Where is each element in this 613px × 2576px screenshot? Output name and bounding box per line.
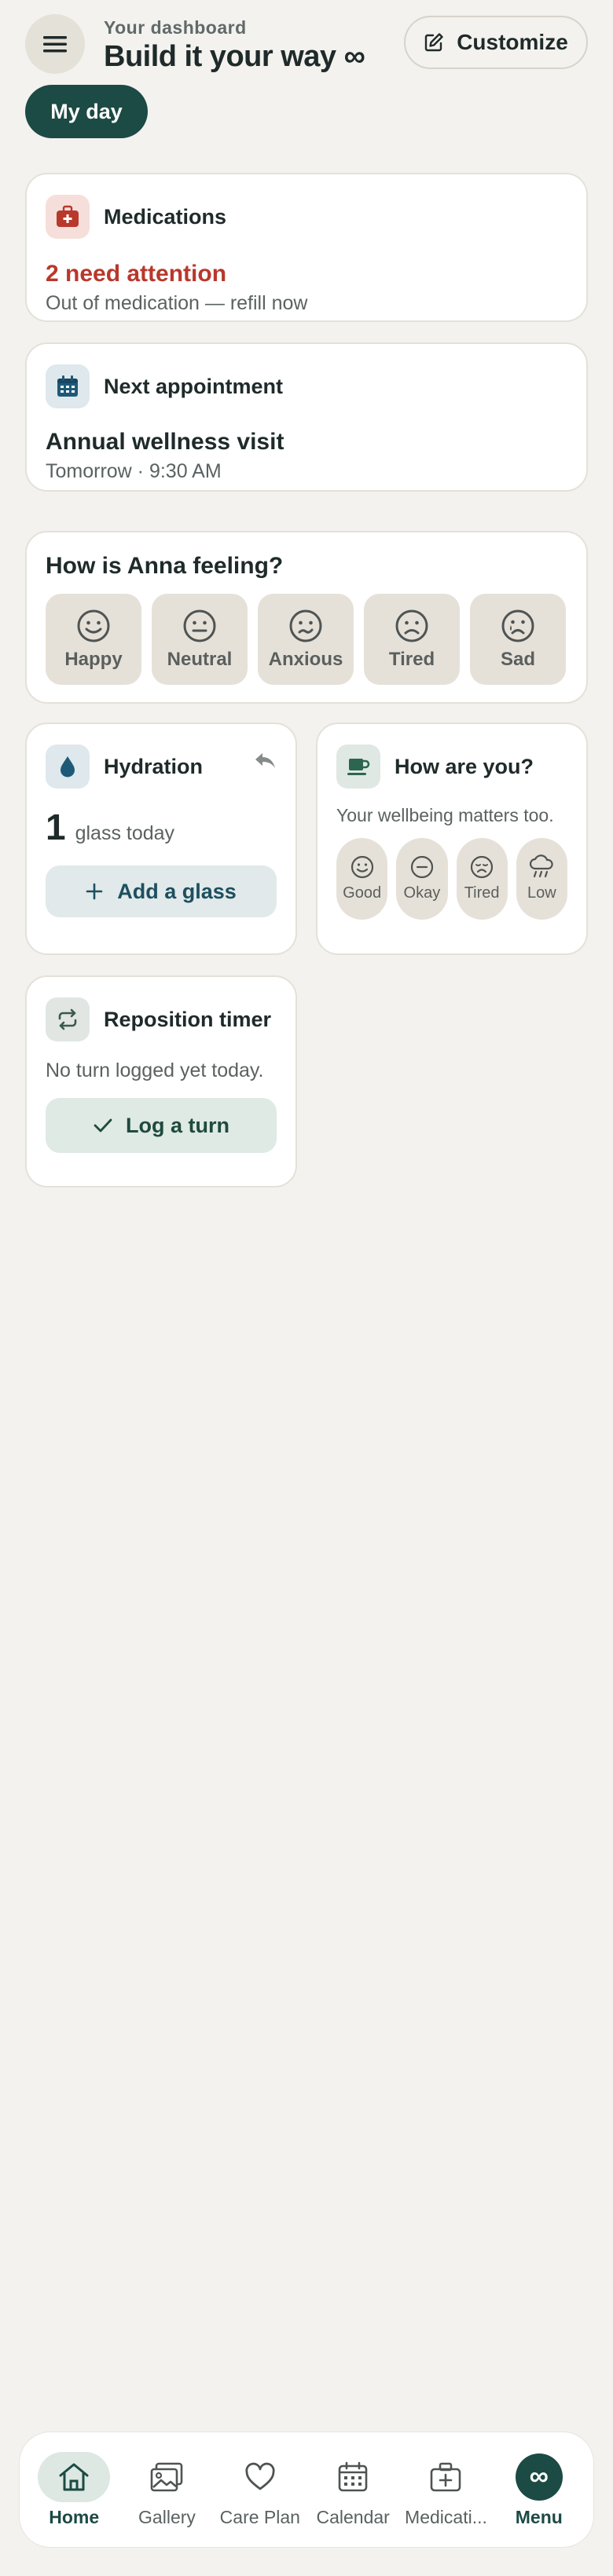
rain-cloud-icon: [530, 854, 554, 878]
medical-kit-badge: [46, 195, 90, 239]
appointment-time: Tomorrow · 9:30 AM: [46, 460, 222, 482]
feeling-option-happy[interactable]: Happy: [46, 594, 141, 685]
log-turn-button[interactable]: Log a turn: [46, 1098, 277, 1153]
hydration-unit: glass today: [75, 822, 175, 844]
infinity-icon: ∞: [515, 2453, 563, 2501]
wellbeing-label: Okay: [403, 884, 441, 902]
heart-icon: [245, 2462, 275, 2490]
minus-circle-icon: [410, 856, 433, 879]
wellbeing-option-low[interactable]: Low: [516, 837, 567, 920]
feeling-title: How is Anna feeling?: [46, 553, 284, 579]
nav-item-calendar[interactable]: Calendar: [309, 2452, 397, 2528]
header-kicker: Your dashboard: [104, 17, 247, 38]
nav-label: Home: [49, 2506, 100, 2527]
feeling-label: Tired: [388, 649, 435, 670]
happy-face-icon: [77, 609, 110, 642]
edit-icon: [425, 33, 443, 52]
nav-label: Care Plan: [219, 2506, 300, 2527]
water-drop-icon: [61, 756, 75, 778]
nav-label: Gallery: [138, 2506, 196, 2527]
feeling-option-neutral[interactable]: Neutral: [152, 594, 248, 685]
tired-face-icon: [395, 609, 428, 642]
medications-alert: 2 need attention: [46, 261, 227, 287]
reposition-subtitle: No turn logged yet today.: [46, 1059, 264, 1081]
anxious-face-icon: [289, 609, 322, 642]
coffee-cup-icon: [347, 759, 370, 775]
nav-item-gallery[interactable]: Gallery: [123, 2452, 211, 2528]
calendar-icon: [57, 375, 78, 397]
wellbeing-option-good[interactable]: Good: [336, 837, 388, 920]
neutral-face-icon: [183, 609, 216, 642]
header: Your dashboard Build it your way ∞ Custo…: [25, 14, 588, 74]
wellbeing-options: Good Okay Tired Low: [336, 837, 567, 920]
check-icon: [94, 1118, 112, 1132]
medical-kit-icon: [57, 205, 79, 227]
feeling-label: Neutral: [167, 649, 233, 670]
medical-kit-icon: [431, 2462, 461, 2491]
repeat-icon: [58, 1008, 77, 1030]
home-icon: [59, 2463, 89, 2490]
menu-button[interactable]: [25, 14, 85, 74]
nav-item-menu[interactable]: ∞ Menu: [495, 2452, 583, 2528]
wellbeing-label: Tired: [464, 884, 500, 902]
page-title: Build it your way ∞: [104, 40, 365, 73]
feeling-option-sad[interactable]: Sad: [470, 594, 566, 685]
hydration-title: Hydration: [104, 754, 204, 778]
gallery-icon: [151, 2462, 183, 2491]
medications-subtitle: Out of medication — refill now: [46, 292, 308, 314]
smile-icon: [351, 856, 373, 879]
calendar-badge: [46, 364, 90, 408]
appointment-card[interactable]: Next appointment Annual wellness visit T…: [25, 342, 588, 492]
nav-label: Medicati...: [405, 2506, 487, 2527]
reposition-title: Reposition timer: [104, 1007, 272, 1031]
wellbeing-option-okay[interactable]: Okay: [396, 837, 448, 920]
undo-icon[interactable]: [253, 751, 277, 770]
reposition-card: Reposition timer No turn logged yet toda…: [25, 975, 297, 1187]
customize-button[interactable]: Customize: [404, 16, 588, 69]
medications-card[interactable]: Medications 2 need attention Out of medi…: [25, 173, 588, 322]
sad-face-icon: [501, 609, 534, 642]
feeling-label: Sad: [500, 649, 535, 670]
feeling-options: Happy Neutral Anxious Tired Sad: [46, 594, 567, 685]
tired-face-icon: [471, 856, 494, 879]
feeling-option-tired[interactable]: Tired: [364, 594, 460, 685]
bottom-nav: Home Gallery Care Plan Calendar Medicati…: [19, 2431, 594, 2548]
wellbeing-title: How are you?: [395, 754, 534, 778]
nav-label: Calendar: [316, 2506, 390, 2527]
hamburger-icon: [43, 36, 67, 53]
water-drop-badge: [46, 745, 90, 789]
plus-icon: [86, 883, 103, 900]
feeling-label: Happy: [64, 649, 123, 670]
feeling-label: Anxious: [268, 649, 343, 670]
wellbeing-subtitle: Your wellbeing matters too.: [336, 805, 554, 825]
nav-item-medications[interactable]: Medicati...: [402, 2452, 490, 2528]
wellbeing-card: How are you? Your wellbeing matters too.…: [316, 723, 588, 955]
dashboard-page: Your dashboard Build it your way ∞ Custo…: [0, 0, 613, 2576]
header-text: Your dashboard Build it your way ∞: [104, 17, 365, 74]
nav-item-care-plan[interactable]: Care Plan: [216, 2452, 304, 2528]
wellbeing-label: Good: [343, 884, 382, 902]
calendar-icon: [338, 2461, 368, 2491]
add-glass-button[interactable]: Add a glass: [46, 865, 277, 917]
medications-title: Medications: [104, 204, 227, 229]
wellbeing-option-tired[interactable]: Tired: [456, 837, 508, 920]
hydration-card: Hydration 1 glass today Add a glass: [25, 723, 297, 955]
feeling-option-anxious[interactable]: Anxious: [258, 594, 354, 685]
my-day-chip[interactable]: My day: [25, 85, 148, 138]
hydration-count: 1: [46, 807, 66, 847]
nav-label: Menu: [515, 2506, 563, 2527]
feeling-card: How is Anna feeling? Happy Neutral Anxio…: [25, 531, 588, 704]
log-turn-label: Log a turn: [126, 1113, 229, 1137]
repeat-badge: [46, 997, 90, 1041]
wellbeing-label: Low: [527, 884, 556, 902]
nav-item-home[interactable]: Home: [30, 2451, 118, 2528]
customize-label: Customize: [457, 30, 568, 54]
appointment-title: Next appointment: [104, 374, 284, 398]
coffee-cup-badge: [336, 745, 380, 789]
appointment-name: Annual wellness visit: [46, 429, 284, 455]
add-glass-label: Add a glass: [117, 879, 237, 903]
